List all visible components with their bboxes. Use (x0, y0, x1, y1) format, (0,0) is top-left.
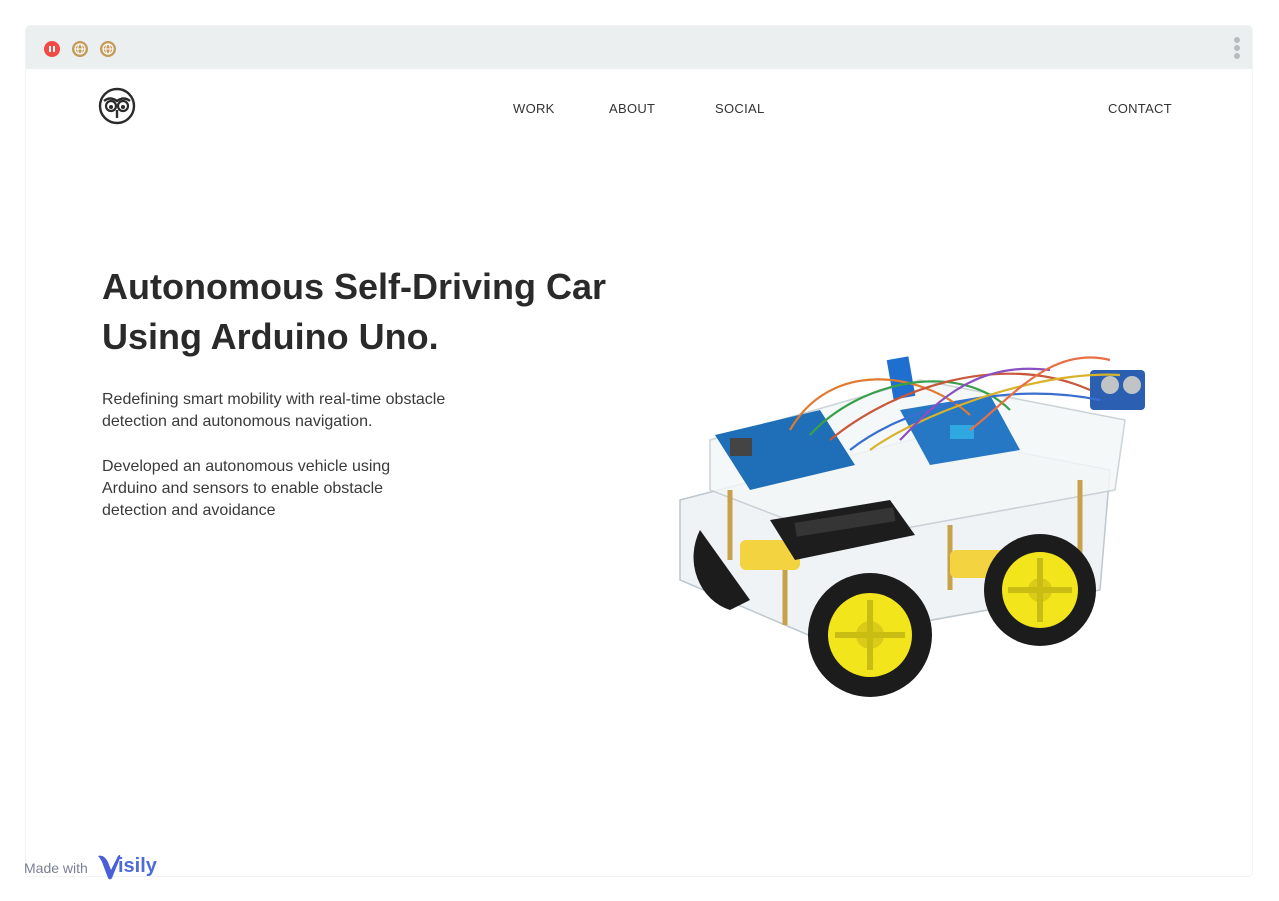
nav-link-social[interactable]: SOCIAL (715, 101, 764, 116)
owl-logo-icon[interactable] (98, 87, 136, 125)
title-line-2: Using Arduino Uno. (102, 316, 439, 357)
kebab-menu-icon[interactable] (1234, 37, 1240, 59)
visily-brand-text[interactable]: isily (118, 855, 157, 878)
intro-paragraph: Redefining smart mobility with real-time… (102, 391, 446, 430)
page-title: Autonomous Self-Driving Car Using Arduin… (102, 262, 662, 362)
globe-icon[interactable] (100, 41, 116, 57)
pause-icon[interactable] (44, 41, 60, 57)
description-paragraph: Developed an autonomous vehicle using Ar… (102, 458, 391, 519)
globe-icon[interactable] (72, 41, 88, 57)
browser-toolbar (26, 26, 1252, 69)
robot-car-image (679, 356, 1145, 697)
made-with-label: Made with (24, 860, 88, 876)
nav-link-contact[interactable]: CONTACT (1108, 101, 1172, 116)
nav-link-about[interactable]: ABOUT (609, 101, 655, 116)
title-line-1: Autonomous Self-Driving Car (102, 266, 607, 307)
nav-link-work[interactable]: WORK (513, 101, 555, 116)
